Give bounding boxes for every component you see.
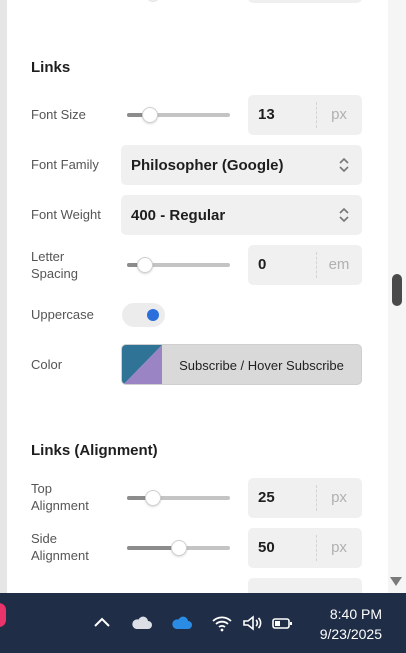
previous-slider-knob[interactable] (146, 0, 160, 2)
uppercase-toggle-dot (147, 309, 159, 321)
uppercase-label: Uppercase (31, 307, 94, 322)
font-size-slider[interactable] (127, 107, 230, 123)
select-chevrons-icon (339, 207, 349, 223)
system-clock[interactable]: 8:40 PM 9/23/2025 (320, 604, 382, 644)
color-label: Color (31, 357, 63, 372)
letter-spacing-unit: em (328, 256, 350, 273)
font-family-select[interactable]: Philosopher (Google) (121, 145, 362, 185)
settings-panel: Links Font Size 13 px Font Family Philos… (0, 0, 388, 593)
side-alignment-unit: px (331, 539, 347, 556)
letter-spacing-value: 0 (258, 256, 267, 273)
select-chevrons-icon (339, 157, 349, 173)
clock-time: 8:40 PM (329, 606, 382, 622)
font-weight-label: Font Weight (31, 207, 101, 222)
cloud-icon[interactable] (130, 611, 154, 635)
side-alignment-slider-knob[interactable] (170, 540, 187, 556)
font-family-label: Font Family (31, 157, 99, 172)
letter-spacing-input[interactable]: 0 em (248, 245, 362, 285)
battery-icon[interactable] (270, 611, 294, 635)
wifi-icon[interactable] (210, 611, 234, 635)
panel-left-edge (0, 0, 7, 593)
side-alignment-value: 50 (258, 539, 275, 556)
letter-spacing-label: Letter Spacing (31, 249, 78, 281)
side-alignment-input[interactable]: 50 px (248, 528, 362, 568)
scrollbar-thumb[interactable] (392, 274, 402, 306)
font-size-value: 13 (258, 106, 275, 123)
next-row-input[interactable] (248, 578, 362, 593)
onedrive-icon[interactable] (170, 611, 194, 635)
color-button-label: Subscribe / Hover Subscribe (179, 358, 344, 373)
letter-spacing-slider[interactable] (127, 257, 230, 273)
top-alignment-label: Top Alignment (31, 481, 89, 513)
taskbar: 8:40 PM 9/23/2025 (0, 593, 406, 653)
font-size-label: Font Size (31, 107, 86, 122)
top-alignment-slider[interactable] (127, 490, 230, 506)
section-title-links: Links (31, 59, 71, 76)
letter-spacing-slider-knob[interactable] (136, 257, 153, 273)
font-weight-select[interactable]: 400 - Regular (121, 195, 362, 235)
font-size-unit: px (331, 106, 347, 123)
color-swatch-icon (122, 345, 162, 384)
side-alignment-label: Side Alignment (31, 531, 89, 563)
chevron-up-icon[interactable] (90, 611, 114, 635)
top-alignment-input[interactable]: 25 px (248, 478, 362, 518)
uppercase-toggle[interactable] (122, 303, 165, 327)
side-alignment-slider[interactable] (127, 540, 230, 556)
color-picker-button[interactable]: Subscribe / Hover Subscribe (121, 344, 362, 385)
section-title-links-alignment: Links (Alignment) (31, 442, 158, 459)
clock-date: 9/23/2025 (319, 626, 382, 642)
app-icon[interactable] (0, 603, 6, 627)
top-alignment-value: 25 (258, 489, 275, 506)
font-size-input[interactable]: 13 px (248, 95, 362, 135)
scroll-down-arrow-icon[interactable] (390, 577, 402, 586)
font-weight-value: 400 - Regular (131, 207, 226, 224)
top-alignment-slider-knob[interactable] (144, 490, 161, 506)
top-alignment-unit: px (331, 489, 347, 506)
previous-number-box[interactable] (248, 0, 362, 3)
font-family-value: Philosopher (Google) (131, 157, 284, 174)
volume-icon[interactable] (240, 611, 264, 635)
font-size-slider-knob[interactable] (141, 107, 158, 123)
